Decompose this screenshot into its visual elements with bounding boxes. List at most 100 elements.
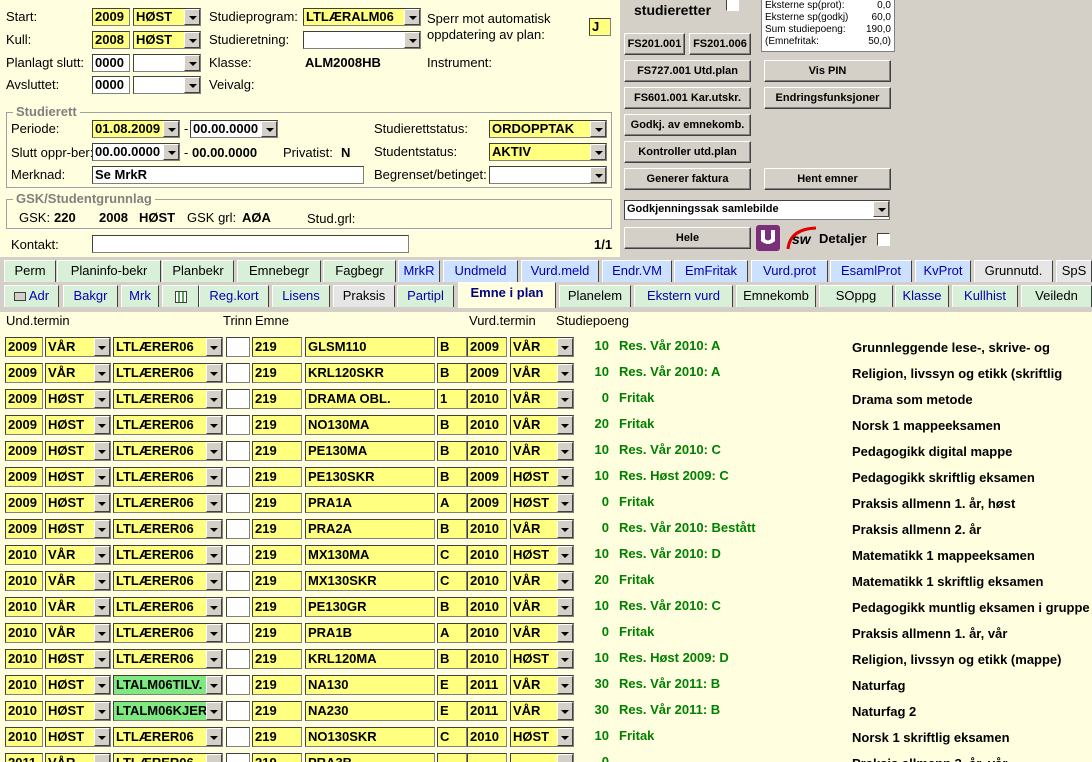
detaljer-checkbox[interactable]: [877, 233, 890, 246]
chevron-down-icon[interactable]: [94, 728, 110, 746]
tab-emne-i-plan[interactable]: Emne i plan: [458, 282, 556, 308]
emne-code[interactable]: PE130SKR: [305, 467, 435, 487]
avsluttet-term-select[interactable]: [133, 76, 201, 94]
chevron-down-icon[interactable]: [873, 201, 889, 217]
emne-nr[interactable]: 219: [252, 701, 302, 721]
plan-select[interactable]: LTLÆRER06: [113, 467, 223, 487]
emne-nr[interactable]: 219: [252, 467, 302, 487]
emne-code[interactable]: KRL120SKR: [305, 363, 435, 383]
chevron-down-icon[interactable]: [404, 9, 420, 25]
und-term[interactable]: HØST: [45, 467, 111, 487]
emne-nr[interactable]: 219: [252, 493, 302, 513]
und-year[interactable]: 2009: [5, 389, 43, 409]
und-year[interactable]: 2009: [5, 519, 43, 539]
vurd-code[interactable]: B: [437, 519, 467, 539]
chevron-down-icon[interactable]: [206, 416, 222, 434]
tab-kullhist[interactable]: Kullhist: [952, 285, 1018, 307]
chevron-down-icon[interactable]: [557, 520, 573, 538]
vurd-code[interactable]: B: [437, 467, 467, 487]
emne-code[interactable]: KRL120MA: [305, 649, 435, 669]
tab-adr[interactable]: Adr: [4, 285, 59, 307]
sperr-field[interactable]: J: [589, 18, 611, 36]
plan-select[interactable]: LTLÆRER06: [113, 649, 223, 669]
vurd-term[interactable]: VÅR: [510, 675, 574, 695]
emne-code[interactable]: MX130SKR: [305, 571, 435, 591]
emne-code[interactable]: GLSM110: [305, 337, 435, 357]
vurd-code[interactable]: A: [437, 623, 467, 643]
plan-select[interactable]: LTLÆRER06: [113, 493, 223, 513]
vurd-code[interactable]: C: [437, 545, 467, 565]
emne-code[interactable]: PRA2A: [305, 519, 435, 539]
vurd-code[interactable]: C: [437, 571, 467, 591]
tab-endr-vm[interactable]: Endr.VM: [602, 260, 672, 282]
emne-code[interactable]: PRA1A: [305, 493, 435, 513]
chevron-down-icon[interactable]: [590, 121, 606, 137]
chevron-down-icon[interactable]: [206, 676, 222, 694]
vurd-term[interactable]: VÅR: [510, 415, 574, 435]
vurd-term[interactable]: HØST: [510, 545, 574, 565]
chevron-down-icon[interactable]: [404, 32, 420, 48]
chevron-down-icon[interactable]: [557, 676, 573, 694]
start-year-field[interactable]: 2009: [92, 8, 130, 26]
godkj-emnekomb-button[interactable]: Godkj. av emnekomb.: [624, 114, 751, 136]
chevron-down-icon[interactable]: [163, 121, 179, 137]
vurd-term[interactable]: VÅR: [510, 389, 574, 409]
chevron-down-icon[interactable]: [590, 144, 606, 160]
tab-emnekomb[interactable]: Emnekomb: [736, 285, 816, 307]
und-year[interactable]: 2010: [5, 727, 43, 747]
periode-from-select[interactable]: 01.08.2009: [92, 120, 180, 138]
tab-praksis[interactable]: Praksis: [333, 285, 395, 307]
chevron-down-icon[interactable]: [94, 416, 110, 434]
und-term[interactable]: HØST: [45, 415, 111, 435]
chevron-down-icon[interactable]: [94, 442, 110, 460]
hele-button[interactable]: Hele: [624, 227, 751, 249]
chevron-down-icon[interactable]: [557, 416, 573, 434]
emne-code[interactable]: NA230: [305, 701, 435, 721]
kull-term-select[interactable]: HØST: [133, 31, 201, 49]
plan-select[interactable]: LTLÆRER06: [113, 545, 223, 565]
plan-select[interactable]: LTLÆRER06: [113, 571, 223, 591]
chevron-down-icon[interactable]: [557, 468, 573, 486]
vurd-code[interactable]: 1: [437, 389, 467, 409]
und-year[interactable]: 2009: [5, 363, 43, 383]
plan-select[interactable]: LTLÆRER06: [113, 623, 223, 643]
generer-faktura-button[interactable]: Generer faktura: [624, 168, 751, 190]
chevron-down-icon[interactable]: [94, 468, 110, 486]
tab-kvprot[interactable]: KvProt: [915, 260, 971, 282]
periode-to-select[interactable]: 00.00.0000: [190, 120, 278, 138]
emne-code[interactable]: PE130MA: [305, 441, 435, 461]
vurd-year[interactable]: 2010: [467, 623, 507, 643]
vurd-code[interactable]: E: [437, 701, 467, 721]
und-year[interactable]: 2010: [5, 649, 43, 669]
chevron-down-icon[interactable]: [206, 754, 222, 762]
plan-select[interactable]: LTLÆRER06: [113, 753, 223, 762]
chevron-down-icon[interactable]: [557, 364, 573, 382]
vurd-year[interactable]: 2010: [467, 597, 507, 617]
vurd-term[interactable]: VÅR: [510, 571, 574, 591]
und-term[interactable]: HØST: [45, 389, 111, 409]
vis-pin-button[interactable]: Vis PIN: [764, 60, 891, 82]
chevron-down-icon[interactable]: [94, 572, 110, 590]
chevron-down-icon[interactable]: [94, 520, 110, 538]
und-year[interactable]: 2010: [5, 623, 43, 643]
chevron-down-icon[interactable]: [94, 546, 110, 564]
chevron-down-icon[interactable]: [206, 390, 222, 408]
begrenset-select[interactable]: [489, 166, 607, 184]
tab-bakgr[interactable]: Bakgr: [63, 285, 118, 307]
kull-year-field[interactable]: 2008: [92, 31, 130, 49]
und-year[interactable]: 2009: [5, 467, 43, 487]
vurd-year[interactable]: 2009: [467, 493, 507, 513]
chevron-down-icon[interactable]: [94, 702, 110, 720]
vurd-term[interactable]: VÅR: [510, 623, 574, 643]
chevron-down-icon[interactable]: [184, 32, 200, 48]
emne-code[interactable]: NA130: [305, 675, 435, 695]
planlagt-year-field[interactable]: 0000: [92, 54, 130, 72]
chevron-down-icon[interactable]: [206, 624, 222, 642]
chevron-down-icon[interactable]: [557, 702, 573, 720]
und-term[interactable]: HØST: [45, 441, 111, 461]
vurd-year[interactable]: 2010: [467, 649, 507, 669]
hent-emner-button[interactable]: Hent emner: [764, 168, 891, 190]
plan-select[interactable]: LTLÆRER06: [113, 727, 223, 747]
und-term[interactable]: VÅR: [45, 545, 111, 565]
vurd-term[interactable]: VÅR: [510, 441, 574, 461]
